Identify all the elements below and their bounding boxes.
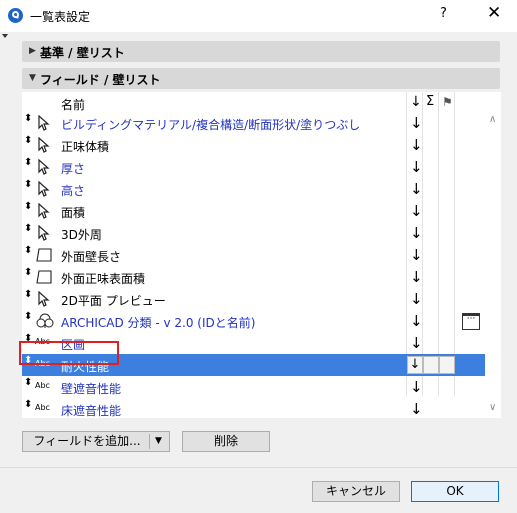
sort-toggle[interactable]: ↓ [407, 356, 423, 374]
field-name: 2D平面 プレビュー [61, 294, 166, 308]
annotation-highlight-box [19, 341, 119, 365]
abc-icon: Abc [35, 403, 50, 412]
drag-handle-icon[interactable]: ⬍ [24, 224, 32, 234]
table-row[interactable]: ⬍ 厚さ ↓ [22, 156, 485, 178]
chevron-down-icon: ▼ [29, 73, 36, 83]
table-row[interactable]: ⬍ 2D平面 プレビュー ↓ [22, 288, 485, 310]
help-button[interactable]: ? [440, 6, 447, 21]
drag-handle-icon[interactable]: ⬍ [24, 400, 32, 410]
sort-arrow-icon[interactable]: ↓ [410, 202, 423, 220]
table-row[interactable]: ⬍ ARCHICAD 分類 - v 2.0 (IDと名前) ↓ ··· [22, 310, 485, 332]
drag-handle-icon[interactable]: ⬍ [24, 202, 32, 212]
sort-arrow-icon[interactable]: ↓ [410, 312, 423, 330]
sort-arrow-icon[interactable]: ↓ [410, 158, 423, 176]
section-criteria[interactable]: ▶ 基準 / 壁リスト [22, 41, 500, 62]
title-bar: 一覧表設定 ? ✕ [0, 0, 517, 32]
abc-icon: Abc [35, 381, 50, 390]
field-name: 壁遮音性能 [61, 382, 122, 396]
cursor-icon [36, 290, 56, 307]
table-row[interactable]: ⬍ 高さ ↓ [22, 178, 485, 200]
table-row[interactable]: ⬍ ビルディングマテリアル/複合構造/断面形状/塗りつぶし ↓ [22, 112, 485, 134]
cursor-icon [36, 180, 56, 197]
ok-button[interactable]: OK [411, 481, 499, 502]
table-row[interactable]: ⬍ 3D外周 ↓ [22, 222, 485, 244]
close-button[interactable]: ✕ [487, 3, 501, 23]
dropdown-arrow-icon[interactable]: ▼ [155, 432, 162, 451]
flag-toggle[interactable] [439, 356, 455, 374]
add-field-label: フィールドを追加... [33, 434, 141, 448]
sort-arrow-icon[interactable]: ↓ [410, 136, 423, 154]
section-criteria-label: 基準 / 壁リスト [40, 46, 125, 60]
field-name: ARCHICAD 分類 - v 2.0 (IDと名前) [61, 316, 256, 330]
drag-handle-icon[interactable]: ⬍ [24, 378, 32, 388]
table-row[interactable]: ⬍ 外面壁長さ ↓ [22, 244, 485, 266]
sort-arrow-icon[interactable]: ↓ [410, 290, 423, 308]
sort-arrow-icon[interactable]: ↓ [410, 400, 423, 418]
drag-handle-icon[interactable]: ⬍ [24, 268, 32, 278]
chevron-right-icon: ▶ [29, 46, 36, 56]
window-title: 一覧表設定 [30, 10, 91, 24]
sum-toggle[interactable] [423, 356, 439, 374]
add-field-button[interactable]: フィールドを追加... ▼ [22, 431, 170, 452]
scroll-up-arrow-icon[interactable]: ∧ [489, 114, 496, 125]
field-name: 外面壁長さ [61, 250, 122, 264]
table-row[interactable]: ⬍ Abc 壁遮音性能 ↓ [22, 376, 485, 398]
surface-icon [36, 247, 56, 263]
drag-handle-icon[interactable]: ⬍ [24, 246, 32, 256]
cursor-icon [36, 114, 56, 131]
field-name: ビルディングマテリアル/複合構造/断面形状/塗りつぶし [61, 118, 361, 132]
drag-handle-icon[interactable]: ⬍ [24, 180, 32, 190]
drag-handle-icon[interactable]: ⬍ [24, 136, 32, 146]
field-table: 名前 ↓ Σ ⚑ ⬍ ビルディングマテリアル/複合構造/断面形状/塗りつぶし ↓ ⬍ 正… [22, 92, 501, 418]
field-name: 厚さ [61, 162, 86, 176]
cursor-icon [36, 158, 56, 175]
sort-arrow-icon[interactable]: ↓ [410, 114, 423, 132]
classification-icon [36, 313, 56, 329]
cursor-icon [36, 202, 56, 219]
cancel-button[interactable]: キャンセル [312, 481, 400, 502]
sort-arrow-icon[interactable]: ↓ [410, 378, 423, 396]
table-row[interactable]: ⬍ Abc 床遮音性能 ↓ [22, 398, 485, 420]
field-name: 正味体積 [61, 140, 110, 154]
sort-column-header[interactable]: ↓ [410, 94, 422, 110]
drag-handle-icon[interactable]: ⬍ [24, 290, 32, 300]
sum-column-header[interactable]: Σ [426, 94, 434, 109]
surface-icon [36, 269, 56, 285]
sort-arrow-icon[interactable]: ↓ [410, 334, 423, 352]
sort-arrow-icon[interactable]: ↓ [410, 224, 423, 242]
delete-button[interactable]: 削除 [182, 431, 270, 452]
section-fields[interactable]: ▼ フィールド / 壁リスト [22, 68, 500, 89]
field-name: 外面正味表面積 [61, 272, 146, 286]
scroll-down-arrow-icon[interactable]: ∨ [489, 402, 496, 413]
section-fields-label: フィールド / 壁リスト [40, 73, 161, 87]
field-name: 3D外周 [61, 228, 102, 242]
table-header: 名前 ↓ Σ ⚑ [22, 92, 501, 112]
resize-grip-icon [2, 34, 8, 38]
field-name: 面積 [61, 206, 86, 220]
field-name: 高さ [61, 184, 86, 198]
table-row[interactable]: ⬍ 面積 ↓ [22, 200, 485, 222]
table-row[interactable]: ⬍ 外面正味表面積 ↓ [22, 266, 485, 288]
table-row[interactable]: ⬍ 正味体積 ↓ [22, 134, 485, 156]
field-name: 床遮音性能 [61, 404, 122, 418]
drag-handle-icon[interactable]: ⬍ [24, 312, 32, 322]
sort-arrow-icon[interactable]: ↓ [410, 268, 423, 286]
drag-handle-icon[interactable]: ⬍ [24, 158, 32, 168]
drag-handle-icon[interactable]: ⬍ [24, 114, 32, 124]
cursor-icon [36, 224, 56, 241]
more-options-icon[interactable]: ··· [462, 313, 480, 330]
column-name-header[interactable]: 名前 [61, 96, 85, 113]
sort-arrow-icon[interactable]: ↓ [410, 180, 423, 198]
flag-column-header[interactable]: ⚑ [442, 95, 453, 109]
cursor-icon [36, 136, 56, 153]
vertical-scrollbar[interactable]: ∧ ∨ [485, 112, 501, 418]
archicad-logo-icon [8, 8, 23, 23]
sort-arrow-icon[interactable]: ↓ [410, 246, 423, 264]
